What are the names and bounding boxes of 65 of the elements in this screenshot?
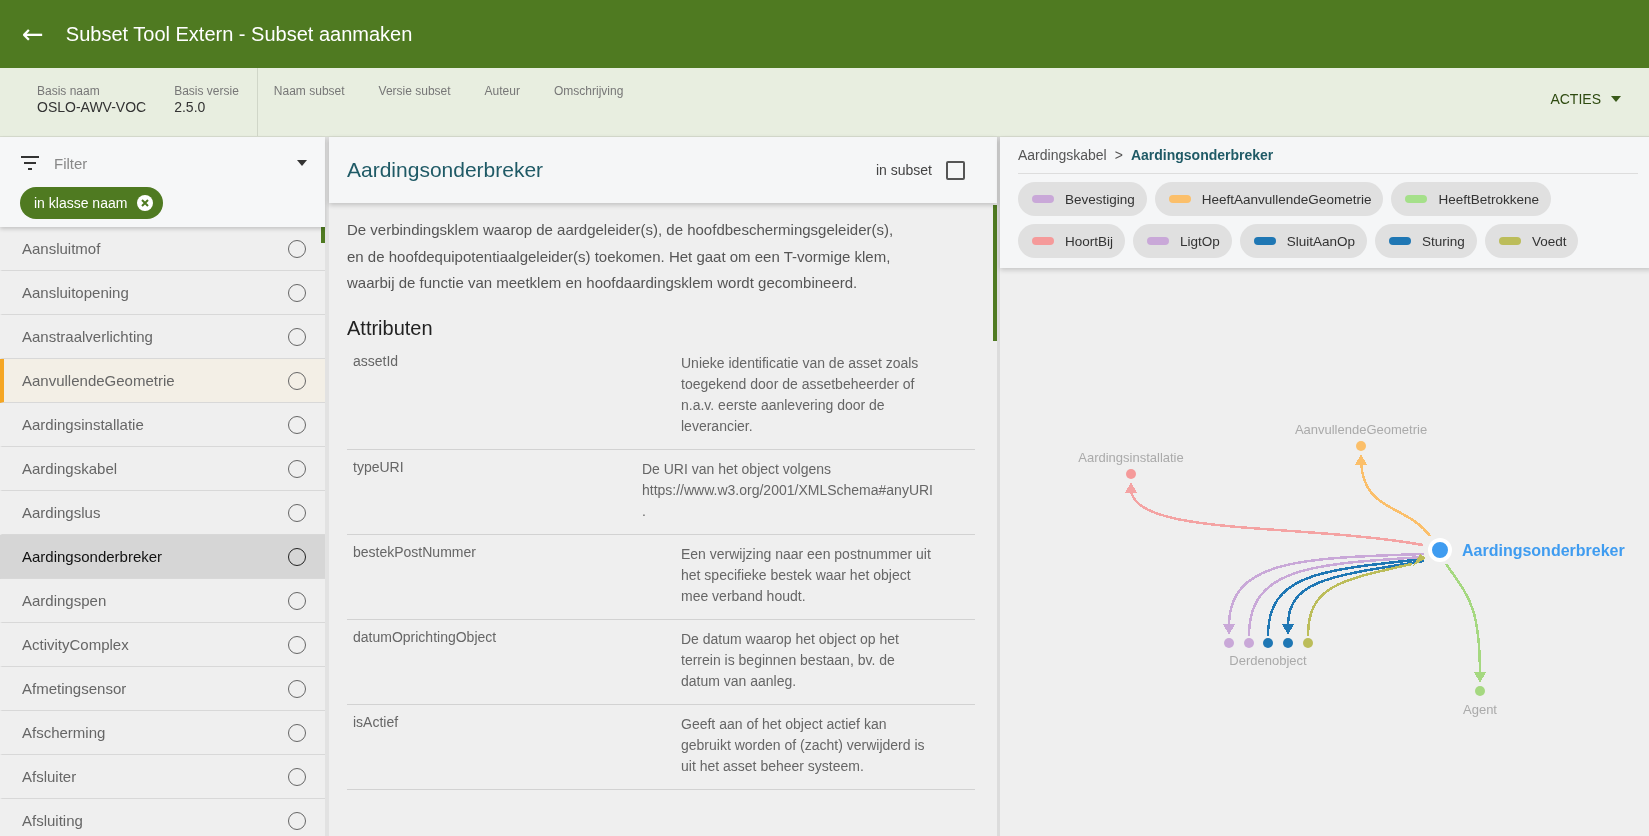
class-list-item[interactable]: Afscherming (0, 711, 325, 755)
attribute-name: isActief (353, 713, 399, 732)
attribute-name: assetId (353, 352, 399, 371)
breadcrumb-link[interactable]: Aardingsonderbreker (1130, 147, 1274, 163)
attribute-description: De datum waarop het object op het terrein is beginnen bestaan, bv. de datum van aanleg. (681, 629, 900, 691)
attribute-name: datumOprichtingObject (353, 628, 497, 647)
dropdown-caret-icon (297, 160, 307, 166)
class-list-item[interactable]: Aardingsonderbreker (0, 535, 325, 579)
actions-button[interactable]: ACTIES (1544, 90, 1627, 108)
relation-chip[interactable]: LigtOp (1133, 224, 1232, 258)
class-title: Aardingsonderbreker (347, 158, 544, 182)
class-list-item[interactable]: Afsluiter (0, 755, 325, 799)
breadcrumb-separator: > (1114, 147, 1123, 163)
attribute-name: typeURI (353, 458, 404, 477)
node-dot[interactable] (1244, 638, 1254, 648)
node-dot[interactable] (1224, 638, 1234, 648)
class-list-item[interactable]: Aardingsinstallatie (0, 403, 325, 447)
node-dot[interactable] (1475, 686, 1485, 696)
relation-chip[interactable]: Voedt (1484, 224, 1579, 258)
filter-field[interactable]: Filter (52, 153, 285, 173)
app-title: Subset Tool Extern - Subset aanmaken (65, 22, 413, 46)
scrollbar-thumb[interactable] (993, 205, 997, 341)
relation-chip[interactable]: HeeftAanvullendeGeometrie (1154, 182, 1384, 216)
class-list-item[interactable]: Afsluiting (0, 799, 325, 836)
field-value: 2.5.0 (174, 99, 207, 115)
back-button[interactable]: ← (18, 19, 48, 49)
node-dot[interactable] (1356, 441, 1366, 451)
node-dot[interactable] (1263, 638, 1273, 648)
class-description: De verbindingsklem waarop de aardgeleider(s), de hoofdbeschermingsgeleider(s), en de hoofdequipotentiaalgeleider(s) toekomen. Het gaat om een T-vormige klem, waarbij de functie van meetklem en hoofdaardingsklem wordt gecombineerd. (347, 220, 895, 293)
breadcrumb-link[interactable]: Aardingskabel (1018, 147, 1107, 163)
filter-chip[interactable]: in klasse naam (20, 187, 164, 219)
section-heading: Attributen (347, 316, 434, 340)
attribute-name: bestekPostNummer (353, 543, 476, 562)
node-dot[interactable] (1303, 638, 1313, 648)
caret-icon (1611, 96, 1621, 102)
field-label: Omschrijving (553, 84, 624, 98)
relation-chip[interactable]: SluitAanOp (1239, 224, 1368, 258)
relation-chip[interactable]: HeeftBetrokkene (1391, 182, 1551, 216)
node-dot[interactable] (1428, 538, 1452, 562)
attribute-description: Unieke identificatie van de asset zoals toegekend door de assetbeheerder of n.a.v. eerste aanlevering door de leverancier. (681, 353, 920, 436)
relation-chip[interactable]: Sturing (1375, 224, 1477, 258)
attribute-description: De URI van het object volgens https://www.w3.org/2001/XMLSchema#anyURI . (641, 459, 933, 521)
checkbox[interactable] (946, 160, 965, 180)
relation-chip[interactable]: Bevestiging (1018, 182, 1147, 216)
close-icon[interactable] (137, 195, 154, 211)
field-label: Auteur (484, 84, 520, 98)
field-label: Versie subset (378, 84, 451, 98)
class-list-item[interactable]: Aansluitopening (0, 271, 325, 315)
node-dot[interactable] (1126, 469, 1136, 479)
field-label: Naam subset (273, 84, 345, 98)
node-dot[interactable] (1283, 638, 1293, 648)
checkbox-label: in subset (875, 162, 932, 178)
class-list-item[interactable]: ActivityComplex (0, 623, 325, 667)
class-list-item[interactable]: Aardingskabel (0, 447, 325, 491)
relation-chip[interactable]: HoortBij (1018, 224, 1125, 258)
field-label: Basis naam (37, 84, 101, 98)
field-label: Basis versie (174, 84, 239, 98)
field-value: OSLO-AWV-VOC (37, 99, 147, 115)
attribute-description: Een verwijzing naar een postnummer uit het specifieke bestek waar het object mee verband houdt. (681, 544, 932, 606)
class-list-item[interactable]: Aardingspen (0, 579, 325, 623)
attribute-description: Geeft aan of het object actief kan gebruikt worden of (zacht) verwijderd is uit het asset beheer systeem. (681, 714, 926, 776)
class-list-item[interactable]: AanvullendeGeometrie (0, 359, 325, 403)
scrollbar-thumb[interactable] (321, 227, 325, 243)
filter-icon (20, 156, 40, 170)
class-list-item[interactable]: Afmetingsensor (0, 667, 325, 711)
